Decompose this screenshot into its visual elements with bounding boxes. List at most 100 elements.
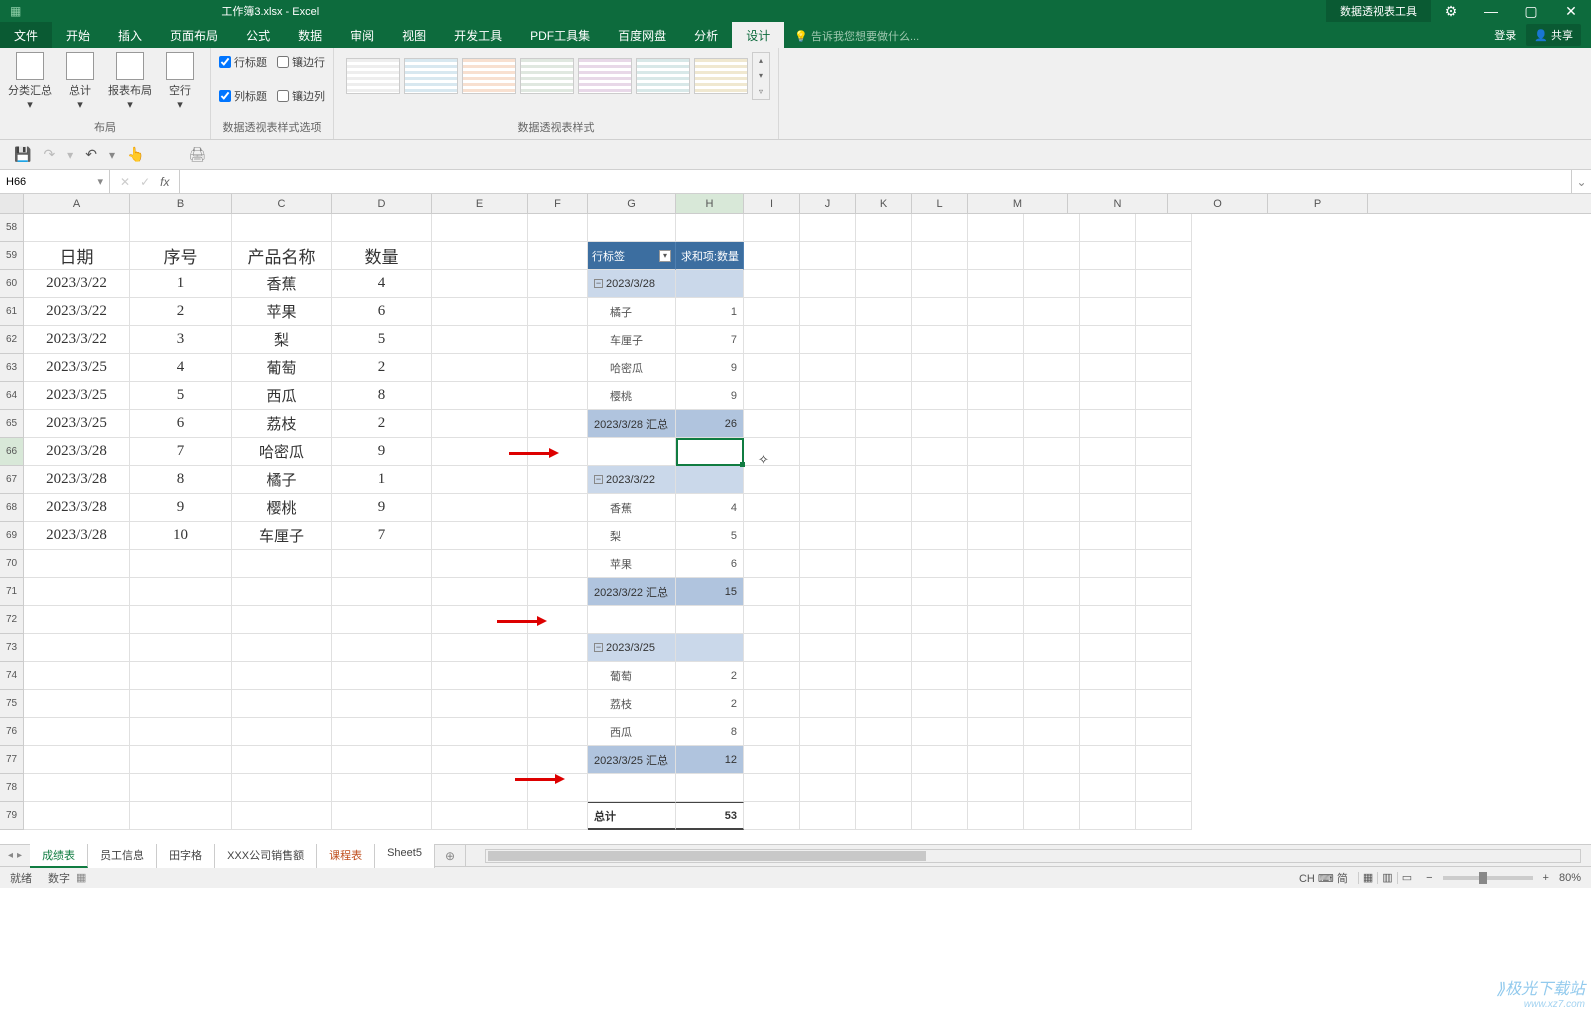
cell[interactable] xyxy=(968,438,1024,466)
cell[interactable] xyxy=(1136,438,1192,466)
cell[interactable]: 梨 xyxy=(232,326,332,354)
cell[interactable] xyxy=(968,662,1024,690)
cell[interactable] xyxy=(744,550,800,578)
view-buttons[interactable]: ▦▥▭ xyxy=(1358,871,1416,884)
cell[interactable] xyxy=(968,298,1024,326)
cell[interactable] xyxy=(1024,634,1080,662)
style-gallery-more[interactable]: ▴▾▿ xyxy=(752,52,770,100)
cell[interactable]: 产品名称 xyxy=(232,242,332,270)
cell[interactable] xyxy=(856,774,912,802)
cell[interactable] xyxy=(1024,522,1080,550)
cell[interactable] xyxy=(912,466,968,494)
grandtotal-button[interactable]: 总计▾ xyxy=(58,52,102,111)
cell[interactable] xyxy=(528,690,588,718)
cell[interactable] xyxy=(1024,662,1080,690)
cell[interactable]: 2 xyxy=(676,662,744,690)
cell[interactable] xyxy=(744,606,800,634)
cell[interactable]: 车厘子 xyxy=(232,522,332,550)
row-header[interactable]: 75 xyxy=(0,690,23,718)
cell[interactable]: −2023/3/28 xyxy=(588,270,676,298)
cell[interactable] xyxy=(1136,634,1192,662)
cell[interactable]: 26 xyxy=(676,410,744,438)
cell[interactable]: 行标签▾ xyxy=(588,242,676,270)
cell[interactable] xyxy=(1024,746,1080,774)
cell[interactable] xyxy=(912,242,968,270)
cell[interactable] xyxy=(24,690,130,718)
cell[interactable] xyxy=(1080,410,1136,438)
col-header[interactable]: J xyxy=(800,194,856,213)
cell[interactable] xyxy=(744,298,800,326)
col-header[interactable]: C xyxy=(232,194,332,213)
cell[interactable] xyxy=(1024,270,1080,298)
cell[interactable]: 8 xyxy=(130,466,232,494)
cell[interactable] xyxy=(856,270,912,298)
cell[interactable] xyxy=(800,718,856,746)
cell[interactable]: 15 xyxy=(676,578,744,606)
login-link[interactable]: 登录 xyxy=(1494,27,1516,43)
cell[interactable] xyxy=(1080,354,1136,382)
cell[interactable] xyxy=(588,438,676,466)
cell[interactable] xyxy=(912,298,968,326)
style-thumb[interactable] xyxy=(462,58,516,94)
cell[interactable] xyxy=(676,466,744,494)
cell[interactable] xyxy=(800,242,856,270)
row-header[interactable]: 60 xyxy=(0,270,23,298)
cell[interactable] xyxy=(968,214,1024,242)
cell[interactable] xyxy=(744,634,800,662)
cell[interactable] xyxy=(676,438,744,466)
cell[interactable] xyxy=(856,326,912,354)
cell[interactable] xyxy=(1080,522,1136,550)
cell[interactable] xyxy=(432,242,528,270)
cell[interactable] xyxy=(744,242,800,270)
cell[interactable] xyxy=(744,494,800,522)
row-header[interactable]: 64 xyxy=(0,382,23,410)
cell[interactable] xyxy=(1080,270,1136,298)
cell[interactable] xyxy=(332,718,432,746)
cell[interactable] xyxy=(912,718,968,746)
cell[interactable] xyxy=(1080,494,1136,522)
cell[interactable] xyxy=(800,270,856,298)
cell[interactable] xyxy=(1080,438,1136,466)
cell[interactable] xyxy=(912,550,968,578)
cell[interactable] xyxy=(588,774,676,802)
name-box-input[interactable] xyxy=(6,176,76,188)
tab-review[interactable]: 审阅 xyxy=(336,22,388,48)
cell[interactable] xyxy=(912,746,968,774)
cell[interactable] xyxy=(1024,298,1080,326)
col-header[interactable]: E xyxy=(432,194,528,213)
cell[interactable] xyxy=(800,494,856,522)
cell[interactable] xyxy=(332,578,432,606)
cell[interactable] xyxy=(968,634,1024,662)
undo-icon[interactable]: ↶ xyxy=(85,146,97,163)
row-header[interactable]: 66 xyxy=(0,438,23,466)
row-header[interactable]: 69 xyxy=(0,522,23,550)
cell[interactable] xyxy=(332,690,432,718)
cell[interactable] xyxy=(912,606,968,634)
cell[interactable] xyxy=(332,634,432,662)
cell[interactable]: 数量 xyxy=(332,242,432,270)
cell[interactable]: 2023/3/22 xyxy=(24,270,130,298)
cell[interactable]: 2023/3/28 xyxy=(24,466,130,494)
cell[interactable] xyxy=(800,298,856,326)
style-thumb[interactable] xyxy=(520,58,574,94)
cell[interactable] xyxy=(676,634,744,662)
cell[interactable] xyxy=(968,354,1024,382)
col-header[interactable]: A xyxy=(24,194,130,213)
cell[interactable] xyxy=(232,774,332,802)
cell[interactable] xyxy=(744,746,800,774)
cell[interactable]: 4 xyxy=(676,494,744,522)
cell[interactable]: 2023/3/25 xyxy=(24,354,130,382)
cell[interactable]: 橘子 xyxy=(588,298,676,326)
name-box-dropdown-icon[interactable]: ▾ xyxy=(97,175,103,188)
cell[interactable] xyxy=(800,746,856,774)
cell[interactable]: 9 xyxy=(332,438,432,466)
cell[interactable] xyxy=(912,410,968,438)
cell[interactable] xyxy=(432,382,528,410)
cell[interactable] xyxy=(800,578,856,606)
style-thumb[interactable] xyxy=(694,58,748,94)
cell[interactable]: 9 xyxy=(676,382,744,410)
cell[interactable] xyxy=(432,550,528,578)
tab-pdf-tools[interactable]: PDF工具集 xyxy=(516,22,604,48)
cell[interactable] xyxy=(432,606,528,634)
cell[interactable] xyxy=(1080,242,1136,270)
